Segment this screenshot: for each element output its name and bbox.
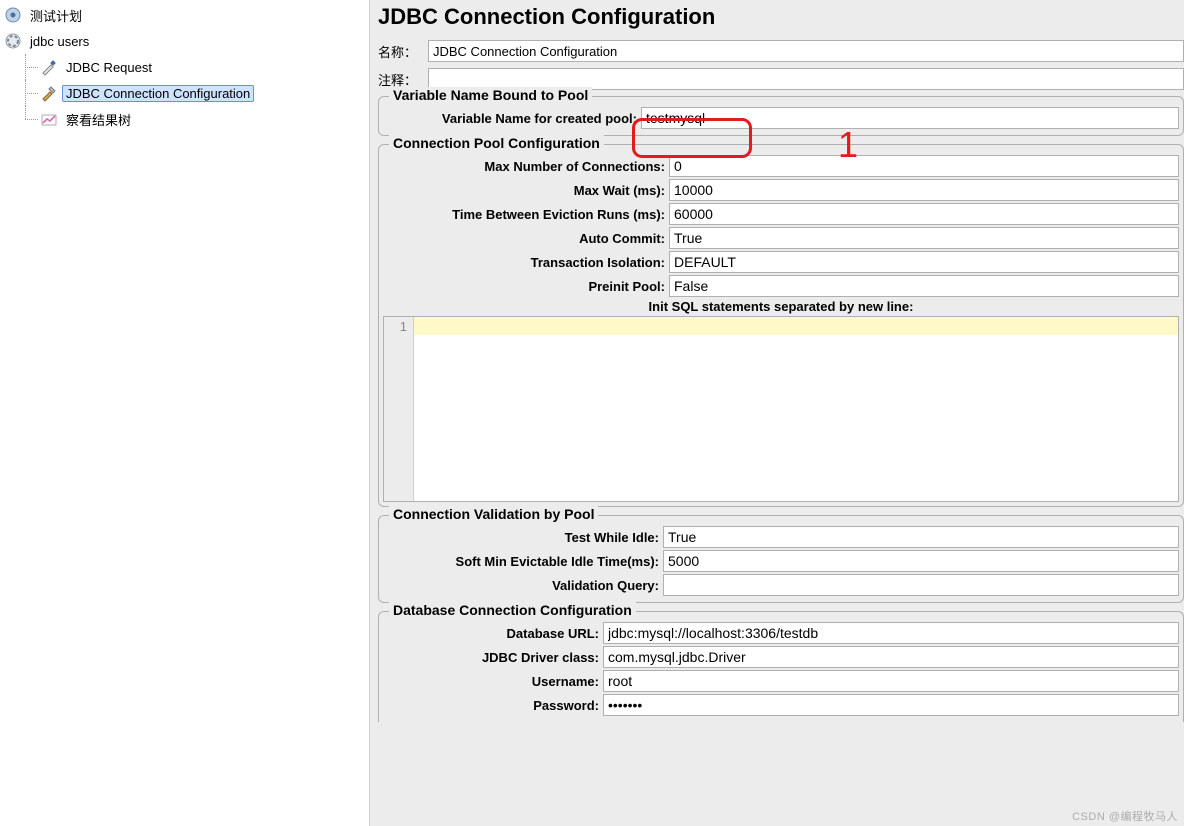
- tree-root-label: 测试计划: [26, 5, 86, 26]
- cp-k2: Time Between Eviction Runs (ms):: [383, 207, 669, 222]
- cp-k0: Max Number of Connections:: [383, 159, 669, 174]
- tree-group-label: jdbc users: [26, 33, 93, 50]
- testplan-icon: [4, 6, 22, 24]
- tree-panel: 测试计划 jdbc users JDBC Request JDBC Connec…: [0, 0, 370, 826]
- fieldset-db: Database Connection Configuration Databa…: [378, 611, 1184, 722]
- transaction-isolation-select[interactable]: [669, 251, 1179, 273]
- folder-chart-icon: [40, 110, 58, 128]
- validation-query-input[interactable]: [663, 574, 1179, 596]
- cp-k5: Preinit Pool:: [383, 279, 669, 294]
- name-input[interactable]: [428, 40, 1184, 62]
- fieldset-legend: Connection Validation by Pool: [389, 506, 598, 522]
- init-sql-header: Init SQL statements separated by new lin…: [383, 299, 1179, 314]
- var-pool-input[interactable]: [641, 107, 1179, 129]
- tree-item-label: JDBC Request: [62, 59, 156, 76]
- db-k0: Database URL:: [383, 626, 603, 641]
- val-k2: Validation Query:: [383, 578, 663, 593]
- editor-body[interactable]: [414, 317, 1178, 501]
- fieldset-validation: Connection Validation by Pool Test While…: [378, 515, 1184, 603]
- db-k2: Username:: [383, 674, 603, 689]
- fieldset-legend: Database Connection Configuration: [389, 602, 636, 618]
- fieldset-legend: Variable Name Bound to Pool: [389, 87, 592, 103]
- tree-item-jdbc-request[interactable]: JDBC Request: [0, 54, 369, 80]
- db-k3: Password:: [383, 698, 603, 713]
- soft-min-evict-input[interactable]: [663, 550, 1179, 572]
- tree-item-results-tree[interactable]: 察看结果树: [0, 106, 369, 132]
- init-sql-editor[interactable]: 1: [383, 316, 1179, 502]
- watermark: CSDN @编程牧马人: [1072, 808, 1178, 824]
- username-input[interactable]: [603, 670, 1179, 692]
- eviction-runs-input[interactable]: [669, 203, 1179, 225]
- tree-item-label: 察看结果树: [62, 109, 135, 130]
- tree-root[interactable]: 测试计划: [0, 2, 369, 28]
- threadgroup-icon: [4, 32, 22, 50]
- test-while-idle-select[interactable]: [663, 526, 1179, 548]
- cp-k4: Transaction Isolation:: [383, 255, 669, 270]
- preinit-pool-select[interactable]: [669, 275, 1179, 297]
- fieldset-variable-pool: Variable Name Bound to Pool Variable Nam…: [378, 96, 1184, 136]
- tree-item-jdbc-config[interactable]: JDBC Connection Configuration: [0, 80, 369, 106]
- name-label: 名称：: [378, 42, 428, 61]
- fieldset-conn-pool: Connection Pool Configuration Max Number…: [378, 144, 1184, 507]
- fieldset-legend: Connection Pool Configuration: [389, 135, 604, 151]
- pipette-icon: [40, 58, 58, 76]
- cp-k3: Auto Commit:: [383, 231, 669, 246]
- tree-item-label: JDBC Connection Configuration: [62, 85, 254, 102]
- password-input[interactable]: [603, 694, 1179, 716]
- db-k1: JDBC Driver class:: [383, 650, 603, 665]
- jdbc-driver-input[interactable]: [603, 646, 1179, 668]
- max-wait-input[interactable]: [669, 179, 1179, 201]
- config-panel: JDBC Connection Configuration 名称： 注释： Va…: [370, 0, 1184, 826]
- page-title: JDBC Connection Configuration: [378, 4, 1184, 30]
- tools-icon: [40, 84, 58, 102]
- comment-label: 注释：: [378, 70, 428, 89]
- val-k1: Soft Min Evictable Idle Time(ms):: [383, 554, 663, 569]
- auto-commit-select[interactable]: [669, 227, 1179, 249]
- var-pool-key: Variable Name for created pool:: [383, 111, 641, 126]
- tree-group[interactable]: jdbc users: [0, 28, 369, 54]
- cp-k1: Max Wait (ms):: [383, 183, 669, 198]
- database-url-input[interactable]: [603, 622, 1179, 644]
- max-connections-input[interactable]: [669, 155, 1179, 177]
- editor-gutter: 1: [384, 317, 414, 501]
- val-k0: Test While Idle:: [383, 530, 663, 545]
